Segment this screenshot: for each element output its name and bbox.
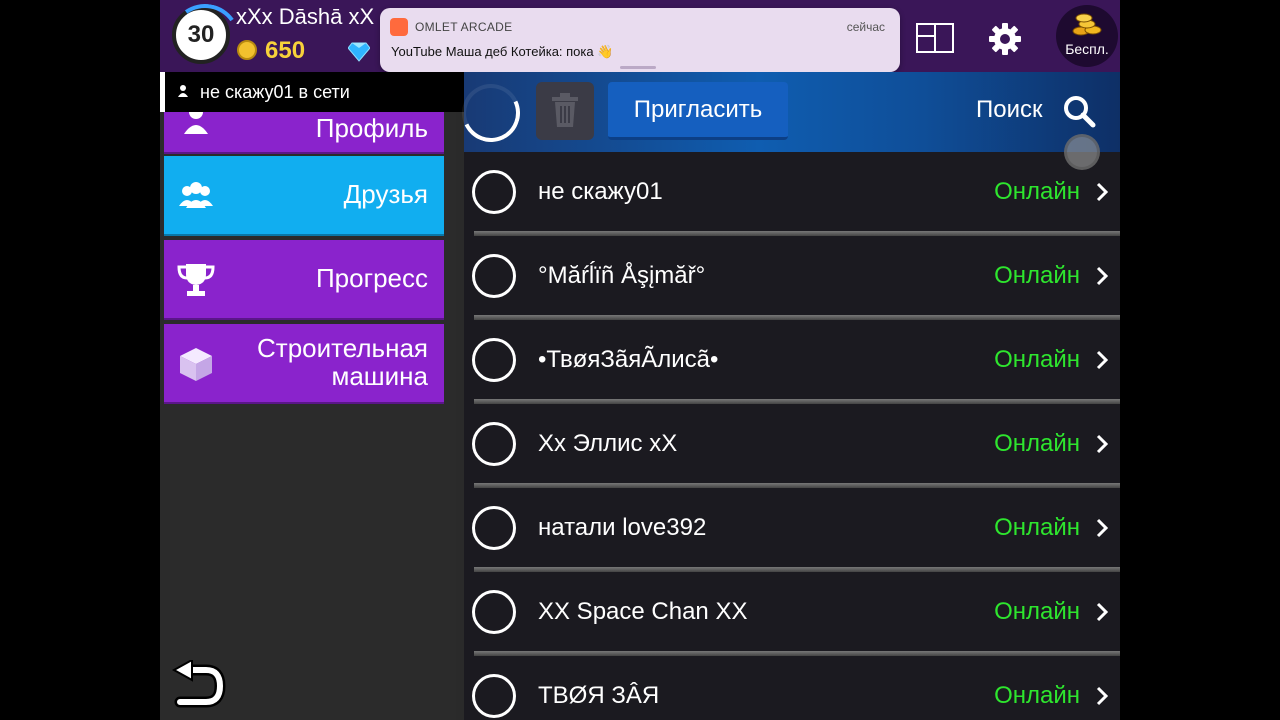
select-checkbox[interactable] (472, 590, 516, 634)
friend-status: Онлайн (994, 514, 1080, 541)
friend-name: •ТвøяЗãяÃлисã• (538, 346, 719, 373)
online-status-strip: не скажу01 в сети (160, 72, 500, 112)
friend-name: XX Space Chan XX (538, 598, 748, 625)
loading-spinner-icon (453, 75, 529, 151)
chevron-right-icon (1096, 266, 1108, 286)
friend-status: Онлайн (994, 598, 1080, 625)
friend-status: Онлайн (994, 430, 1080, 457)
notification-banner[interactable]: OMLET ARCADE сейчас YouTube Маша деб Кот… (380, 8, 900, 72)
select-checkbox[interactable] (472, 338, 516, 382)
friend-name: не скажу01 (538, 178, 663, 205)
chevron-right-icon (1096, 350, 1108, 370)
gold-coins-icon (1072, 13, 1102, 36)
notification-time: сейчас (846, 20, 885, 34)
friends-toolbar: Пригласить Поиск (453, 72, 1120, 152)
friend-status: Онлайн (994, 262, 1080, 289)
search-label[interactable]: Поиск (976, 96, 1043, 124)
coin-count: 650 (265, 37, 306, 64)
friend-status: Онлайн (994, 178, 1080, 205)
friends-icon (179, 182, 213, 208)
sidebar-item-label: Строительная машина (257, 333, 428, 391)
notification-grabber (620, 66, 656, 69)
friend-name: ТВØЯ ЗÂЯ (538, 682, 660, 709)
sidebar: Профиль Друзья Прогресс Строительная маш… (160, 72, 456, 720)
chevron-right-icon (1096, 602, 1108, 622)
friend-status: Онлайн (994, 682, 1080, 709)
sidebar-item-build-machine[interactable]: Строительная машина (164, 324, 444, 404)
sidebar-item-progress[interactable]: Прогресс (164, 240, 444, 320)
delete-button[interactable] (536, 82, 594, 140)
status-indicator-bar (160, 72, 165, 112)
friends-panel: Пригласить Поиск не скажу01 Онлайн °Măŕĺ… (453, 72, 1120, 720)
search-icon[interactable] (1062, 94, 1096, 128)
free-coins-button[interactable]: Беспл. (1056, 5, 1118, 67)
friend-row[interactable]: натали love392 Онлайн (464, 488, 1120, 572)
friend-row[interactable]: °Măŕĺïñ Åşįmăř° Онлайн (464, 236, 1120, 320)
friend-row[interactable]: XX Space Chan XX Онлайн (464, 572, 1120, 656)
sidebar-item-label: Профиль (315, 113, 428, 143)
window-layout-icon[interactable] (915, 22, 955, 54)
level-number: 30 (187, 21, 215, 48)
friend-status: Онлайн (994, 346, 1080, 373)
chevron-right-icon (1096, 182, 1108, 202)
friend-row[interactable]: не скажу01 Онлайн (464, 152, 1120, 236)
friend-row[interactable]: Хх Эллис хХ Онлайн (464, 404, 1120, 488)
friend-name: натали love392 (538, 514, 707, 541)
friend-name: °Măŕĺïñ Åşįmăř° (538, 262, 706, 289)
notification-message: YouTube Маша деб Котейка: пока 👋 (391, 44, 614, 59)
trash-icon (552, 93, 578, 127)
sidebar-item-label: Прогресс (315, 263, 428, 293)
sidebar-item-friends[interactable]: Друзья (164, 156, 444, 236)
select-checkbox[interactable] (472, 506, 516, 550)
select-checkbox[interactable] (472, 170, 516, 214)
notification-app-name: OMLET ARCADE (415, 20, 513, 34)
game-screen: 30 xXx Dāshā xX 650 Беспл. OMLET ARCADE … (160, 0, 1120, 720)
friend-name: Хх Эллис хХ (538, 430, 678, 457)
select-checkbox[interactable] (472, 674, 516, 718)
cube-icon (180, 348, 212, 381)
friend-row[interactable]: •ТвøяЗãяÃлисã• Онлайн (464, 320, 1120, 404)
free-label: Беспл. (1065, 41, 1109, 57)
username: xXx Dāshā xX (236, 4, 375, 29)
select-checkbox[interactable] (472, 254, 516, 298)
coin-icon (237, 40, 257, 60)
friend-row[interactable]: ТВØЯ ЗÂЯ Онлайн (464, 656, 1120, 720)
select-checkbox[interactable] (472, 422, 516, 466)
chevron-right-icon (1096, 518, 1108, 538)
level-badge[interactable]: 30 (172, 6, 230, 64)
sidebar-item-label: Друзья (343, 179, 428, 209)
status-text: не скажу01 в сети (200, 82, 350, 102)
omlet-arcade-icon (390, 18, 408, 36)
chevron-right-icon (1096, 434, 1108, 454)
chevron-right-icon (1096, 686, 1108, 706)
diamond-icon (348, 42, 370, 62)
gear-icon[interactable] (988, 22, 1022, 56)
invite-button[interactable]: Пригласить (608, 82, 788, 140)
trophy-icon (177, 264, 215, 296)
back-arrow-icon[interactable] (170, 660, 226, 708)
person-icon (178, 85, 188, 97)
